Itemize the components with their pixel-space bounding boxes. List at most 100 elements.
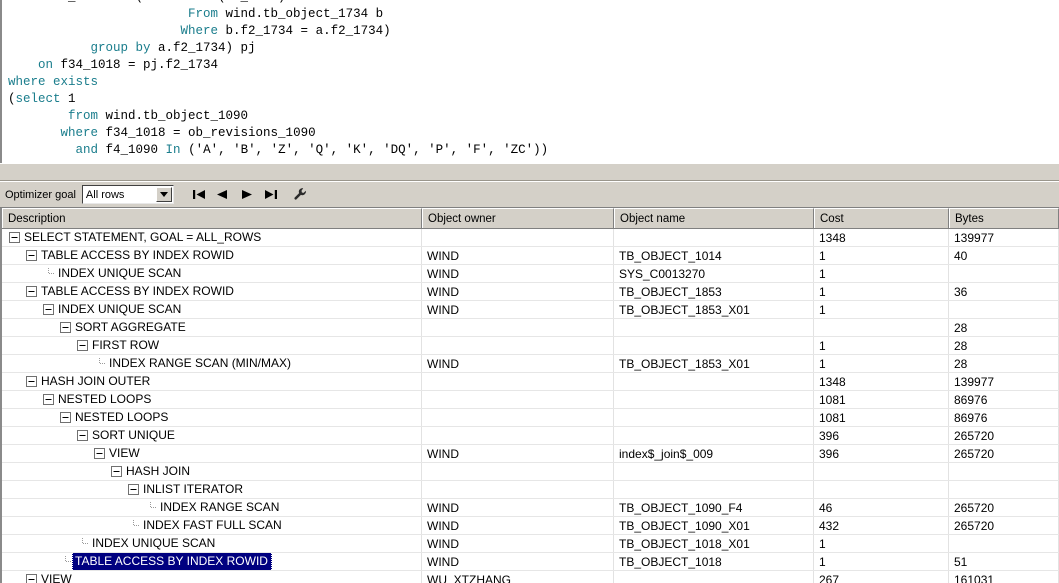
cell-bytes[interactable]: 28 bbox=[949, 319, 1059, 336]
tree-collapse-icon[interactable] bbox=[75, 427, 90, 444]
table-row[interactable]: TABLE ACCESS BY INDEX ROWID WIND TB_OBJECT… bbox=[2, 553, 1059, 571]
table-row[interactable]: SORT UNIQUE 396 265720 bbox=[2, 427, 1059, 445]
cell-description[interactable]: SORT AGGREGATE bbox=[2, 319, 422, 336]
cell-cost[interactable]: 1 bbox=[814, 265, 949, 282]
cell-name[interactable] bbox=[614, 409, 814, 426]
cell-description[interactable]: INDEX UNIQUE SCAN bbox=[2, 535, 422, 552]
cell-owner[interactable] bbox=[422, 409, 614, 426]
cell-owner[interactable]: WIND bbox=[422, 499, 614, 516]
cell-name[interactable] bbox=[614, 229, 814, 246]
table-row[interactable]: INDEX RANGE SCAN WIND TB_OBJECT_1090_F4 46 2… bbox=[2, 499, 1059, 517]
cell-bytes[interactable]: 139977 bbox=[949, 373, 1059, 390]
cell-name[interactable]: TB_OBJECT_1853_X01 bbox=[614, 355, 814, 372]
column-header-cost[interactable]: Cost bbox=[814, 208, 949, 228]
cell-cost[interactable]: 1 bbox=[814, 301, 949, 318]
cell-bytes[interactable]: 265720 bbox=[949, 445, 1059, 462]
column-header-owner[interactable]: Object owner bbox=[422, 208, 614, 228]
cell-name[interactable] bbox=[614, 481, 814, 498]
cell-owner[interactable] bbox=[422, 463, 614, 480]
cell-description[interactable]: TABLE ACCESS BY INDEX ROWID bbox=[2, 283, 422, 300]
cell-description[interactable]: FIRST ROW bbox=[2, 337, 422, 354]
cell-name[interactable] bbox=[614, 373, 814, 390]
settings-wrench-button[interactable] bbox=[290, 184, 312, 205]
cell-description[interactable]: TABLE ACCESS BY INDEX ROWID bbox=[2, 247, 422, 264]
cell-name[interactable]: TB_OBJECT_1018 bbox=[614, 553, 814, 570]
grid-body[interactable]: SELECT STATEMENT, GOAL = ALL_ROWS 1348 139… bbox=[2, 229, 1059, 583]
cell-description[interactable]: HASH JOIN OUTER bbox=[2, 373, 422, 390]
cell-owner[interactable] bbox=[422, 319, 614, 336]
table-row[interactable]: HASH JOIN bbox=[2, 463, 1059, 481]
cell-bytes[interactable]: 51 bbox=[949, 553, 1059, 570]
cell-cost[interactable]: 1348 bbox=[814, 373, 949, 390]
cell-owner[interactable] bbox=[422, 373, 614, 390]
cell-description[interactable]: SORT UNIQUE bbox=[2, 427, 422, 444]
cell-cost[interactable] bbox=[814, 319, 949, 336]
cell-bytes[interactable] bbox=[949, 301, 1059, 318]
cell-name[interactable]: TB_OBJECT_1014 bbox=[614, 247, 814, 264]
cell-owner[interactable] bbox=[422, 481, 614, 498]
cell-cost[interactable]: 1348 bbox=[814, 229, 949, 246]
cell-owner[interactable]: WIND bbox=[422, 283, 614, 300]
tree-collapse-icon[interactable] bbox=[75, 337, 90, 354]
cell-cost[interactable]: 1081 bbox=[814, 409, 949, 426]
cell-name[interactable]: TB_OBJECT_1090_X01 bbox=[614, 517, 814, 534]
cell-cost[interactable]: 1 bbox=[814, 535, 949, 552]
cell-cost[interactable]: 1 bbox=[814, 283, 949, 300]
tree-collapse-icon[interactable] bbox=[92, 445, 107, 462]
cell-bytes[interactable] bbox=[949, 463, 1059, 480]
cell-cost[interactable]: 1081 bbox=[814, 391, 949, 408]
tree-collapse-icon[interactable] bbox=[41, 301, 56, 318]
column-header-description[interactable]: Description bbox=[2, 208, 422, 228]
cell-description[interactable]: INDEX FAST FULL SCAN bbox=[2, 517, 422, 534]
tree-collapse-icon[interactable] bbox=[126, 481, 141, 498]
sql-source-text[interactable]: where f2_1734 = (select max(f2_1734) Fro… bbox=[2, 0, 1059, 159]
cell-owner[interactable]: WIND bbox=[422, 265, 614, 282]
cell-name[interactable]: TB_OBJECT_1090_F4 bbox=[614, 499, 814, 516]
cell-bytes[interactable]: 265720 bbox=[949, 517, 1059, 534]
cell-name[interactable] bbox=[614, 391, 814, 408]
cell-description[interactable]: INLIST ITERATOR bbox=[2, 481, 422, 498]
cell-bytes[interactable]: 161031 bbox=[949, 571, 1059, 583]
tree-collapse-icon[interactable] bbox=[58, 409, 73, 426]
cell-bytes[interactable]: 28 bbox=[949, 355, 1059, 372]
cell-name[interactable] bbox=[614, 337, 814, 354]
cell-bytes[interactable]: 86976 bbox=[949, 409, 1059, 426]
table-row[interactable]: NESTED LOOPS 1081 86976 bbox=[2, 391, 1059, 409]
cell-description[interactable]: VIEW bbox=[2, 445, 422, 462]
table-row[interactable]: NESTED LOOPS 1081 86976 bbox=[2, 409, 1059, 427]
cell-owner[interactable] bbox=[422, 229, 614, 246]
cell-owner[interactable]: WIND bbox=[422, 247, 614, 264]
table-row[interactable]: VIEW WU_XTZHANG 267 161031 bbox=[2, 571, 1059, 583]
cell-cost[interactable]: 396 bbox=[814, 427, 949, 444]
table-row[interactable]: SELECT STATEMENT, GOAL = ALL_ROWS 1348 139… bbox=[2, 229, 1059, 247]
cell-description[interactable]: INDEX UNIQUE SCAN bbox=[2, 265, 422, 282]
table-row[interactable]: INDEX FAST FULL SCAN WIND TB_OBJECT_1090_X… bbox=[2, 517, 1059, 535]
table-row[interactable]: TABLE ACCESS BY INDEX ROWID WIND TB_OBJECT… bbox=[2, 247, 1059, 265]
explain-plan-grid[interactable]: Description Object owner Object name Cost By… bbox=[0, 208, 1059, 583]
cell-cost[interactable]: 267 bbox=[814, 571, 949, 583]
cell-description[interactable]: NESTED LOOPS bbox=[2, 409, 422, 426]
cell-bytes[interactable] bbox=[949, 535, 1059, 552]
cell-owner[interactable]: WIND bbox=[422, 355, 614, 372]
cell-bytes[interactable]: 265720 bbox=[949, 427, 1059, 444]
table-row[interactable]: INDEX RANGE SCAN (MIN/MAX) WIND TB_OBJECT_… bbox=[2, 355, 1059, 373]
cell-bytes[interactable]: 40 bbox=[949, 247, 1059, 264]
table-row[interactable]: INDEX UNIQUE SCAN WIND SYS_C0013270 1 bbox=[2, 265, 1059, 283]
cell-name[interactable]: index$_join$_009 bbox=[614, 445, 814, 462]
cell-owner[interactable]: WIND bbox=[422, 301, 614, 318]
tree-collapse-icon[interactable] bbox=[24, 571, 39, 583]
table-row[interactable]: VIEW WIND index$_join$_009 396 265720 bbox=[2, 445, 1059, 463]
cell-owner[interactable]: WIND bbox=[422, 535, 614, 552]
cell-owner[interactable] bbox=[422, 391, 614, 408]
cell-name[interactable]: SYS_C0013270 bbox=[614, 265, 814, 282]
cell-name[interactable] bbox=[614, 427, 814, 444]
cell-owner[interactable]: WU_XTZHANG bbox=[422, 571, 614, 583]
table-row[interactable]: FIRST ROW 1 28 bbox=[2, 337, 1059, 355]
tree-collapse-icon[interactable] bbox=[58, 319, 73, 336]
cell-cost[interactable]: 46 bbox=[814, 499, 949, 516]
cell-description[interactable]: SELECT STATEMENT, GOAL = ALL_ROWS bbox=[2, 229, 422, 246]
cell-cost[interactable]: 396 bbox=[814, 445, 949, 462]
previous-record-button[interactable] bbox=[212, 184, 234, 205]
cell-owner[interactable] bbox=[422, 427, 614, 444]
cell-name[interactable] bbox=[614, 571, 814, 583]
